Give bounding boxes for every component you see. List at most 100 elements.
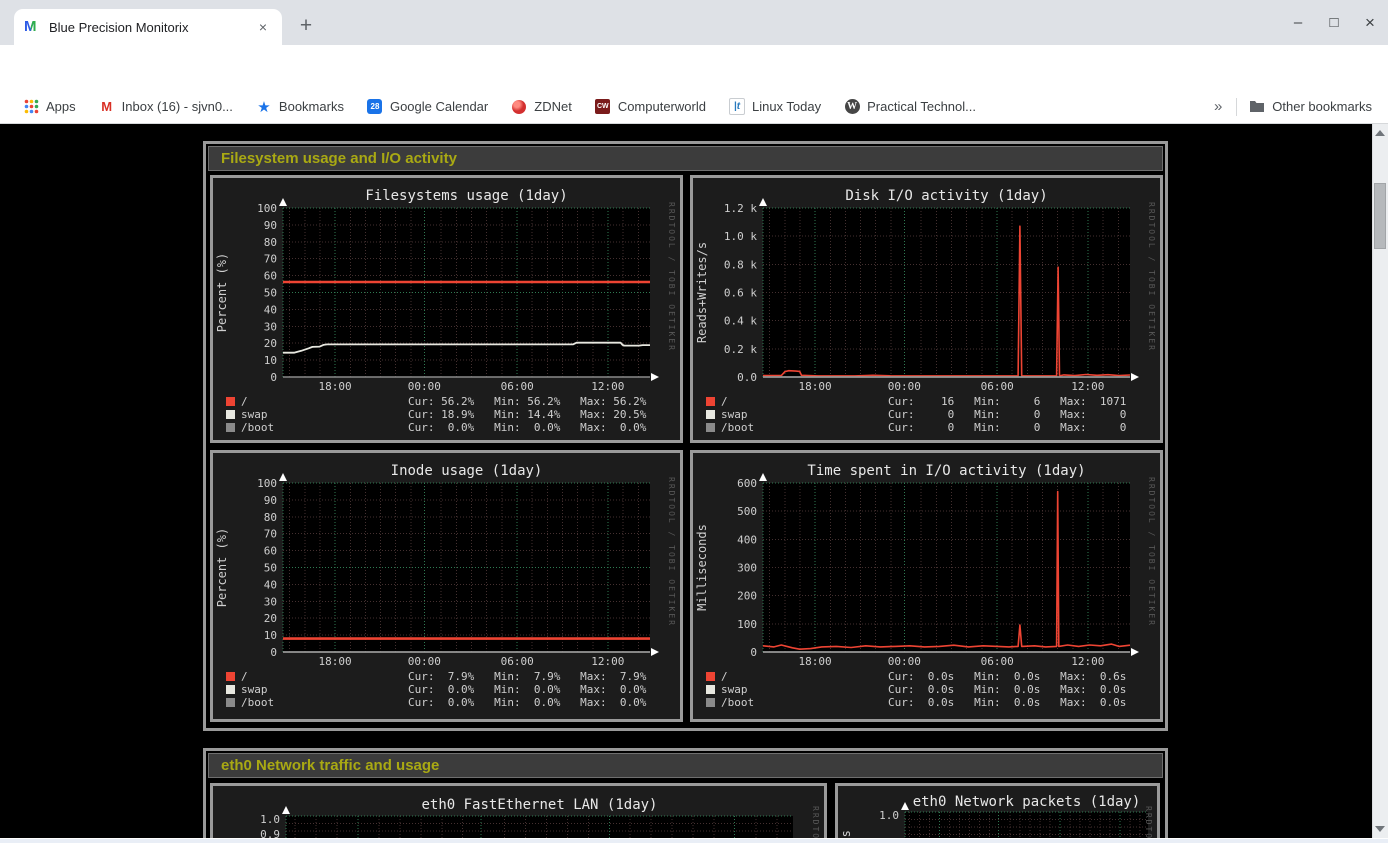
svg-text:90: 90 xyxy=(264,219,277,232)
svg-text:eth0 Network packets (1day): eth0 Network packets (1day) xyxy=(913,794,1141,810)
svg-text:Cur: 0.0s Min: 0.0s Max:: Cur: 0.0s Min: 0.0s Max: 0.0s xyxy=(888,696,1126,709)
svg-text:RRDTOOL / TOBI OETIKER: RRDTOOL / TOBI OETIKER xyxy=(1144,806,1153,838)
svg-text:Cur: 7.9% Min: 7.9% Max:: Cur: 7.9% Min: 7.9% Max: 7.9% xyxy=(408,670,647,683)
svg-text:Cur: 0 Min: 0 Max:: Cur: 0 Min: 0 Max: 0 xyxy=(888,408,1126,421)
svg-text:/boot: /boot xyxy=(721,696,754,709)
bookmarks-overflow-icon[interactable]: » xyxy=(1214,98,1222,115)
window-minimize-icon[interactable]: – xyxy=(1283,10,1313,36)
svg-text:00:00: 00:00 xyxy=(888,655,921,668)
svg-text:0: 0 xyxy=(270,646,277,659)
svg-text:Milliseconds: Milliseconds xyxy=(695,524,709,611)
svg-text:1.0: 1.0 xyxy=(879,809,899,822)
svg-text:06:00: 06:00 xyxy=(501,380,534,393)
tab-title: Blue Precision Monitorix xyxy=(49,20,254,35)
other-bookmarks-label: Other bookmarks xyxy=(1272,99,1372,114)
graph-panel-eth0-packets[interactable]: 1.0eth0 Network packets (1day)s/sRRDTOOL… xyxy=(835,783,1160,838)
svg-text:0.0: 0.0 xyxy=(737,371,757,384)
svg-text:80: 80 xyxy=(264,511,277,524)
bookmark-google-calendar[interactable]: 28Google Calendar xyxy=(367,99,488,115)
svg-text:50: 50 xyxy=(264,562,277,575)
svg-text:12:00: 12:00 xyxy=(1071,655,1104,668)
svg-text:Cur: 16 Min: 6 Max:: Cur: 16 Min: 6 Max: 1071 xyxy=(888,395,1126,408)
svg-text:12:00: 12:00 xyxy=(591,380,624,393)
svg-text:500: 500 xyxy=(737,505,757,518)
svg-text:00:00: 00:00 xyxy=(408,380,441,393)
apps-grid-icon xyxy=(23,99,39,115)
browser-tab[interactable]: MM Blue Precision Monitorix × xyxy=(14,9,282,45)
graph-panel-filesystems-usage[interactable]: 010203040506070809010018:0000:0006:0012:… xyxy=(210,175,683,443)
scrollbar-down-icon[interactable] xyxy=(1375,826,1385,832)
svg-text:200: 200 xyxy=(737,590,757,603)
svg-text:Cur: 0.0s Min: 0.0s Max:: Cur: 0.0s Min: 0.0s Max: 0.6s xyxy=(888,670,1126,683)
svg-text:0.4 k: 0.4 k xyxy=(724,315,757,328)
tab-close-icon[interactable]: × xyxy=(254,19,272,35)
svg-text:Cur: 0.0% Min: 0.0% Max:: Cur: 0.0% Min: 0.0% Max: 0.0% xyxy=(408,683,647,696)
graph-panel-inode-usage[interactable]: 010203040506070809010018:0000:0006:0012:… xyxy=(210,450,683,722)
svg-text:1.0 k: 1.0 k xyxy=(724,230,757,243)
svg-text:06:00: 06:00 xyxy=(501,655,534,668)
svg-text:/: / xyxy=(241,395,248,408)
svg-text:/: / xyxy=(241,670,248,683)
bookmark-linux-today[interactable]: |tLinux Today xyxy=(729,99,821,115)
svg-text:swap: swap xyxy=(241,683,268,696)
svg-text:30: 30 xyxy=(264,595,277,608)
bookmark-apps[interactable]: Apps xyxy=(23,99,76,115)
svg-text:12:00: 12:00 xyxy=(591,655,624,668)
svg-text:40: 40 xyxy=(264,303,277,316)
bookmark-zdnet[interactable]: ZDNet xyxy=(511,99,572,115)
svg-text:/boot: /boot xyxy=(721,421,754,434)
svg-text:Inode usage (1day): Inode usage (1day) xyxy=(391,463,543,479)
bookmark-practical-technol[interactable]: WPractical Technol... xyxy=(844,99,976,115)
bookmarks-bar: Apps MInbox (16) - sjvn0... ★Bookmarks 28Go… xyxy=(0,90,1388,124)
svg-text:0.2 k: 0.2 k xyxy=(724,343,757,356)
window-close-icon[interactable]: × xyxy=(1355,10,1385,36)
svg-text:06:00: 06:00 xyxy=(981,380,1014,393)
svg-text:0.9: 0.9 xyxy=(260,828,280,838)
window-bottom-edge xyxy=(0,838,1388,843)
bookmark-computerworld[interactable]: CWComputerworld xyxy=(595,99,706,115)
svg-text:18:00: 18:00 xyxy=(799,655,832,668)
browser-titlebar: MM Blue Precision Monitorix × + – □ × xyxy=(0,0,1388,45)
graph-panel-disk-io[interactable]: 0.00.2 k0.4 k0.6 k0.8 k1.0 k1.2 k18:0000… xyxy=(690,175,1163,443)
svg-text:90: 90 xyxy=(264,494,277,507)
svg-text:swap: swap xyxy=(721,408,748,421)
bookmark-bookmarks[interactable]: ★Bookmarks xyxy=(256,99,344,115)
svg-text:0: 0 xyxy=(270,371,277,384)
svg-text:Reads+Writes/s: Reads+Writes/s xyxy=(695,242,709,343)
svg-text:/boot: /boot xyxy=(241,696,274,709)
svg-text:80: 80 xyxy=(264,236,277,249)
svg-text:Cur: 0 Min: 0 Max:: Cur: 0 Min: 0 Max: 0 xyxy=(888,421,1126,434)
graph-panel-eth0-lan[interactable]: 1.0 0.9 eth0 FastEthernet LAN (1day) RRDTOO… xyxy=(210,783,827,838)
svg-text:Cur: 0.0% Min: 0.0% Max:: Cur: 0.0% Min: 0.0% Max: 0.0% xyxy=(408,421,647,434)
svg-text:Time spent in I/O activity (1: Time spent in I/O activity (1day) xyxy=(807,463,1085,479)
window-maximize-icon[interactable]: □ xyxy=(1319,10,1349,36)
wordpress-icon: W xyxy=(844,99,860,115)
svg-text:/: / xyxy=(721,395,728,408)
svg-text:10: 10 xyxy=(264,354,277,367)
svg-text:0: 0 xyxy=(750,646,757,659)
scrollbar-up-icon[interactable] xyxy=(1375,130,1385,136)
svg-text:20: 20 xyxy=(264,337,277,350)
graph-panel-time-spent-io[interactable]: 010020030040050060018:0000:0006:0012:00T… xyxy=(690,450,1163,722)
other-bookmarks-button[interactable]: Other bookmarks xyxy=(1249,99,1372,115)
monitorix-favicon: MM xyxy=(24,19,40,35)
svg-text:60: 60 xyxy=(264,545,277,558)
svg-text:100: 100 xyxy=(257,202,277,215)
calendar-icon: 28 xyxy=(367,99,383,115)
svg-text:1.2 k: 1.2 k xyxy=(724,202,757,215)
svg-text:12:00: 12:00 xyxy=(1071,380,1104,393)
svg-text:30: 30 xyxy=(264,320,277,333)
new-tab-button[interactable]: + xyxy=(292,12,320,40)
svg-text:eth0 FastEthernet LAN (1day): eth0 FastEthernet LAN (1day) xyxy=(421,797,657,813)
svg-text:RRDTOOL / TOBI OETIKER: RRDTOOL / TOBI OETIKER xyxy=(811,806,820,838)
svg-text:1.0: 1.0 xyxy=(260,813,280,826)
svg-text:Disk I/O activity (1day): Disk I/O activity (1day) xyxy=(845,188,1047,204)
bookmark-inbox-16-sjvn0[interactable]: MInbox (16) - sjvn0... xyxy=(99,99,233,115)
svg-text:70: 70 xyxy=(264,253,277,266)
svg-text:0.6 k: 0.6 k xyxy=(724,287,757,300)
zdnet-icon xyxy=(511,99,527,115)
svg-text:Cur: 18.9% Min: 14.4% Max:: Cur: 18.9% Min: 14.4% Max: 20.5% xyxy=(408,408,647,421)
svg-text:100: 100 xyxy=(737,618,757,631)
scrollbar-thumb[interactable] xyxy=(1374,183,1386,249)
svg-text:RRDTOOL / TOBI OETIKER: RRDTOOL / TOBI OETIKER xyxy=(667,477,676,627)
